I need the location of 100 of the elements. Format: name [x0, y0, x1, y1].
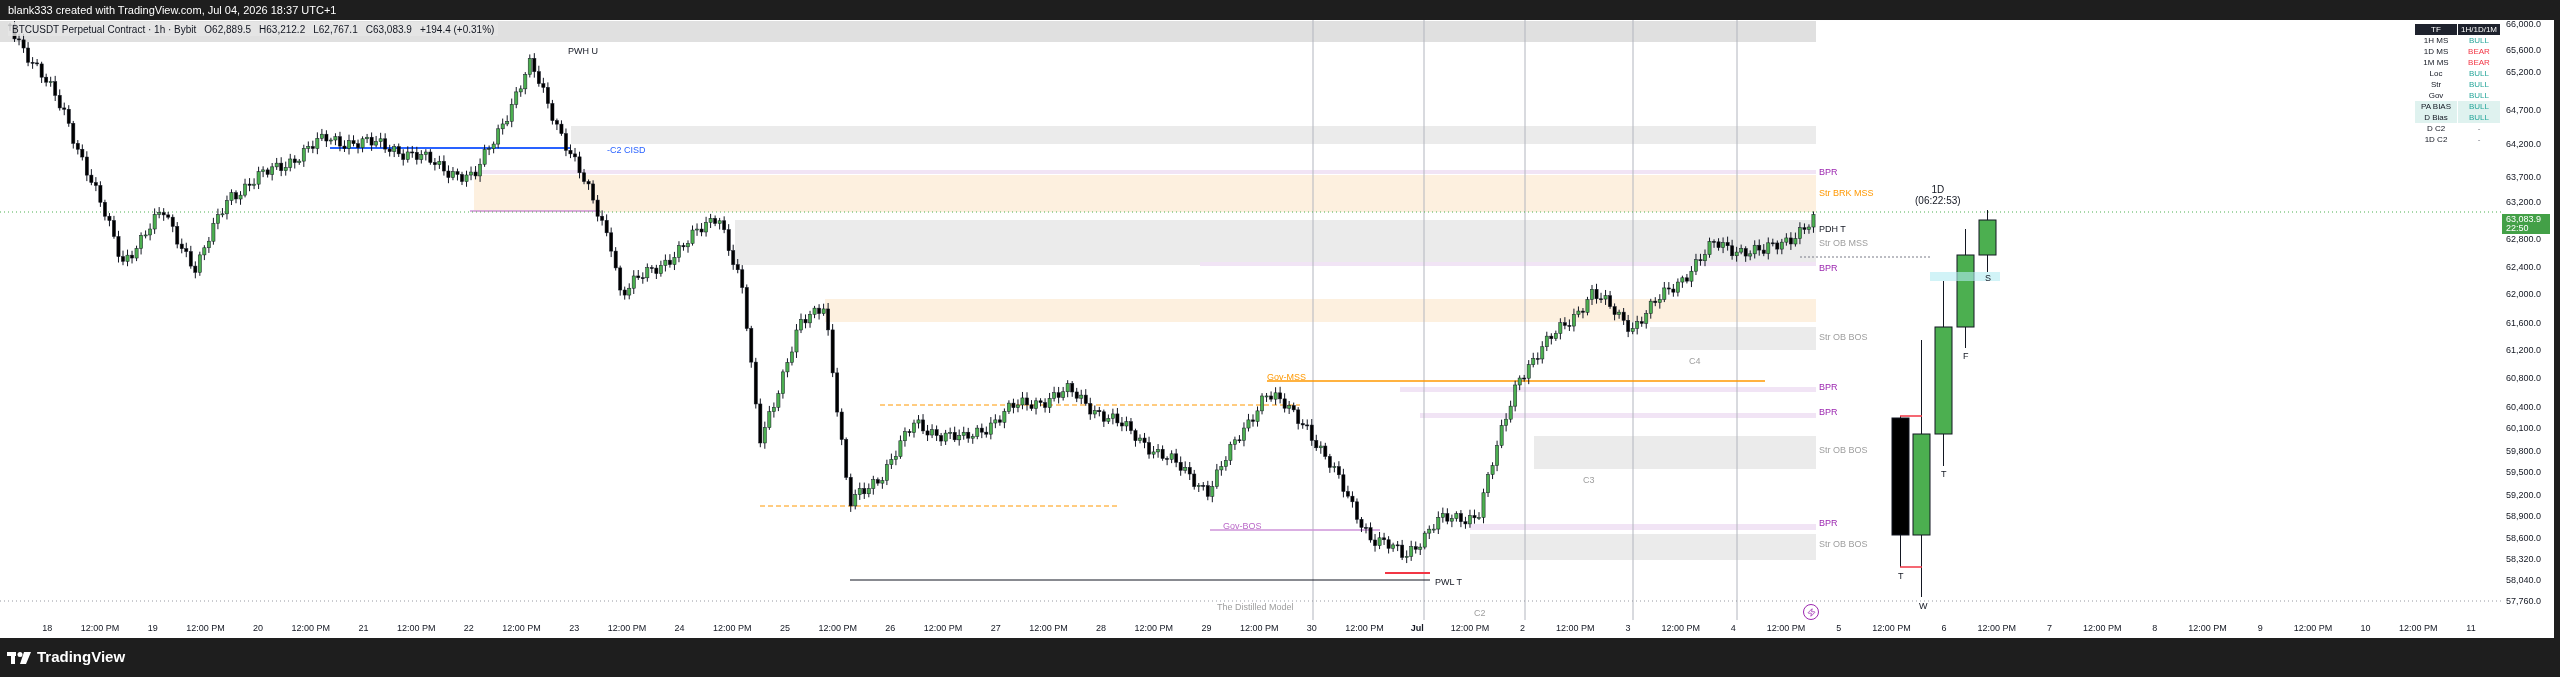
- price-tick: 65,200.0: [2505, 67, 2542, 77]
- symbol-title: BTCUSDT Perpetual Contract · 1h · Bybit: [12, 22, 197, 37]
- price-tick: 63,200.0: [2505, 197, 2542, 207]
- chart-label: Str OB MSS: [1819, 238, 1868, 248]
- table-cell: PA BIAS: [2415, 101, 2457, 112]
- table-cell-text: BEAR: [2467, 46, 2491, 57]
- price-tick: 59,800.0: [2505, 446, 2542, 456]
- table-cell: BULL: [2458, 101, 2500, 112]
- chart-label: BPR: [1819, 167, 1838, 177]
- chart-label: -C2 CISD: [607, 145, 646, 155]
- table-cell: D Bias: [2415, 112, 2457, 123]
- candle: [1978, 209, 1997, 273]
- table-cell-text: Gov: [2427, 90, 2445, 101]
- price-tick: 58,600.0: [2505, 533, 2542, 543]
- ohlc-value: H63,212.2: [259, 22, 306, 37]
- time-tick: 12:00 PM: [1660, 622, 1701, 636]
- price-tick: 65,600.0: [2505, 45, 2542, 55]
- bar-countdown: 22:50: [2506, 224, 2530, 233]
- chart-label: T: [1898, 571, 1904, 581]
- time-tick: 9: [2256, 622, 2264, 636]
- time-tick: 12:00 PM: [712, 622, 753, 636]
- time-tick: 12:00 PM: [2081, 622, 2123, 636]
- price-tick: 60,400.0: [2505, 402, 2542, 412]
- time-tick: 12:00 PM: [2187, 622, 2228, 636]
- table-cell-text: -: [2476, 123, 2482, 134]
- time-tick: 12:00 PM: [1449, 622, 1491, 636]
- chart-label: PDH T: [1819, 224, 1846, 234]
- time-tick: 12:00 PM: [1555, 622, 1596, 636]
- time-tick: 12:00 PM: [501, 622, 542, 636]
- chart-label: BPR: [1819, 382, 1838, 392]
- table-cell-text: 1D MS: [2422, 46, 2450, 57]
- price-tick: 57,760.0: [2505, 596, 2542, 606]
- table-cell-text: BULL: [2468, 90, 2490, 101]
- time-tick: 12:00 PM: [1871, 622, 1912, 636]
- time-tick: 4: [1729, 622, 1737, 636]
- time-tick: 21: [357, 622, 370, 636]
- price-tick: 62,400.0: [2505, 262, 2542, 272]
- ohlc-value: O62,889.5: [204, 22, 252, 37]
- table-cell-text: 1D C2: [2423, 134, 2449, 145]
- time-tick: 12:00 PM: [185, 622, 226, 636]
- price-tick: 59,200.0: [2505, 490, 2542, 500]
- brand-name: TradingView: [37, 647, 126, 668]
- time-tick: 12:00 PM: [2292, 622, 2334, 636]
- table-cell-text: BULL: [2468, 35, 2490, 46]
- table-cell-text: 1M MS: [2422, 57, 2450, 68]
- time-tick: 12:00 PM: [1028, 622, 1069, 636]
- time-tick: 12:00 PM: [606, 622, 648, 636]
- time-tick: 22: [462, 622, 475, 636]
- ohlc-value: C63,083.9: [365, 22, 412, 37]
- table-cell-text: Loc: [2428, 68, 2444, 79]
- countdown-label: (06:22:53): [1915, 195, 1961, 206]
- chart-label: The Distilled Model: [1217, 602, 1294, 612]
- price-tick: 59,500.0: [2505, 467, 2542, 477]
- time-tick: 12:00 PM: [1765, 622, 1807, 636]
- time-tick: 12:00 PM: [2398, 622, 2439, 636]
- price-change: +194.4 (+0.31%): [419, 22, 495, 37]
- time-tick: 23: [568, 622, 581, 636]
- chart-label: C4: [1689, 356, 1701, 366]
- time-tick: 12:00 PM: [1976, 622, 2018, 636]
- chart-label: Str BRK MSS: [1819, 188, 1874, 198]
- time-tick: 20: [252, 622, 265, 636]
- price-tick: 61,200.0: [2505, 345, 2542, 355]
- chart-label: PWH U: [568, 46, 598, 56]
- chart-label: BPR: [1819, 263, 1838, 273]
- time-tick: 12:00 PM: [922, 622, 964, 636]
- time-tick: 19: [146, 622, 159, 636]
- chart-label: Gov-MSS: [1267, 372, 1306, 382]
- chart-label: F: [1963, 351, 1969, 361]
- chart-label: PWL T: [1435, 577, 1462, 587]
- table-cell-text: BULL: [2468, 79, 2490, 90]
- price-tick: 60,100.0: [2505, 423, 2542, 433]
- time-tick: 12:00 PM: [1238, 622, 1280, 636]
- price-tick: 61,600.0: [2505, 318, 2542, 328]
- time-tick: 12:00 PM: [1344, 622, 1385, 636]
- time-tick: 7: [2045, 622, 2053, 636]
- chart-label: Str OB BOS: [1819, 539, 1868, 549]
- price-tick: 58,320.0: [2505, 554, 2542, 564]
- price-tick: 60,800.0: [2505, 373, 2542, 383]
- header-caption: blank333 created with TradingView.com, Jul 04, 2026 18:37 UTC+1: [8, 2, 337, 18]
- chart-label: BPR: [1819, 518, 1838, 528]
- price-tick: 64,200.0: [2505, 139, 2542, 149]
- chart-label: BPR: [1819, 407, 1838, 417]
- chart-label: Str OB BOS: [1819, 332, 1868, 342]
- time-tick: 26: [884, 622, 897, 636]
- price-tick: 58,040.0: [2505, 575, 2542, 585]
- time-tick: 5: [1835, 622, 1843, 636]
- price-tick: 63,700.0: [2505, 172, 2542, 182]
- time-tick: 29: [1200, 622, 1213, 636]
- time-tick: 11: [2465, 622, 2477, 636]
- price-tick: 62,000.0: [2505, 289, 2542, 299]
- time-tick: 8: [2151, 622, 2159, 636]
- timeframe-label: 1D: [1931, 184, 1945, 195]
- time-tick: 2: [1519, 622, 1527, 636]
- last-price: 63,083.9: [2506, 215, 2543, 224]
- table-cell-text: BEAR: [2467, 57, 2491, 68]
- time-tick: 3: [1624, 622, 1632, 636]
- chart-label: Str OB BOS: [1819, 445, 1868, 455]
- chart-label: C3: [1583, 475, 1595, 485]
- time-tick: Jul: [1409, 622, 1425, 636]
- time-tick: 24: [673, 622, 686, 636]
